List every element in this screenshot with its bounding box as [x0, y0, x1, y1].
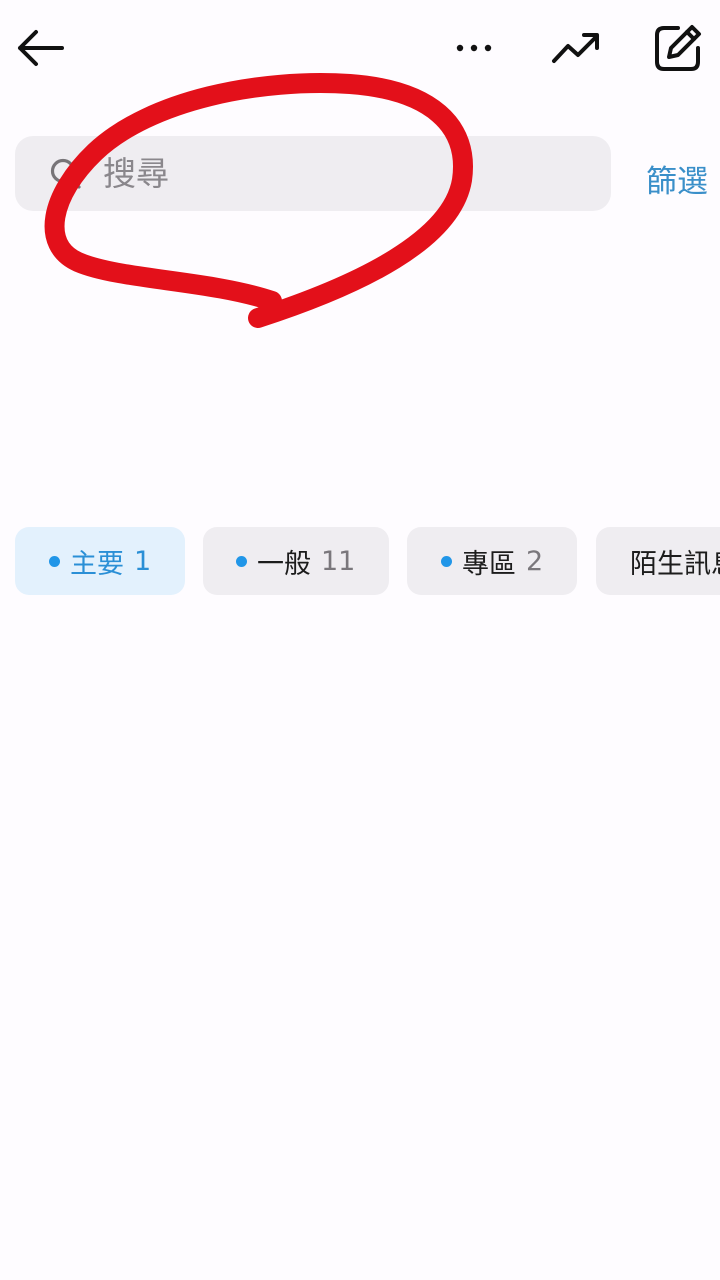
tab-count: 2: [526, 545, 544, 577]
compose-button[interactable]: [644, 14, 712, 82]
tab-label: 陌生訊息: [630, 548, 720, 580]
filter-button[interactable]: 篩選: [646, 156, 708, 201]
unread-dot: [441, 555, 452, 567]
tab-general[interactable]: 一般 11: [203, 527, 389, 595]
insights-button[interactable]: [544, 16, 608, 80]
inbox-tabs: 主要 1 一般 11 專區 2 陌生訊息: [0, 527, 720, 595]
search-bar[interactable]: [15, 136, 611, 211]
tab-primary[interactable]: 主要 1: [15, 527, 185, 595]
tab-count: 1: [134, 545, 152, 577]
more-button[interactable]: [446, 16, 502, 80]
unread-dot: [236, 555, 247, 567]
arrow-left-icon: [18, 30, 64, 66]
tab-label: 主要: [70, 548, 124, 580]
tab-message-requests[interactable]: 陌生訊息: [596, 527, 720, 595]
tab-count: 11: [321, 545, 356, 577]
tab-channels[interactable]: 專區 2: [407, 527, 577, 595]
top-bar: [0, 0, 720, 96]
edit-compose-icon: [655, 25, 701, 71]
back-button[interactable]: [8, 16, 72, 80]
tab-label: 一般: [257, 548, 311, 580]
tab-label: 專區: [462, 548, 516, 580]
search-icon: [50, 158, 81, 189]
unread-dot: [49, 555, 60, 567]
more-horizontal-icon: [456, 44, 492, 52]
trending-up-icon: [552, 33, 599, 63]
search-input[interactable]: [103, 154, 523, 193]
